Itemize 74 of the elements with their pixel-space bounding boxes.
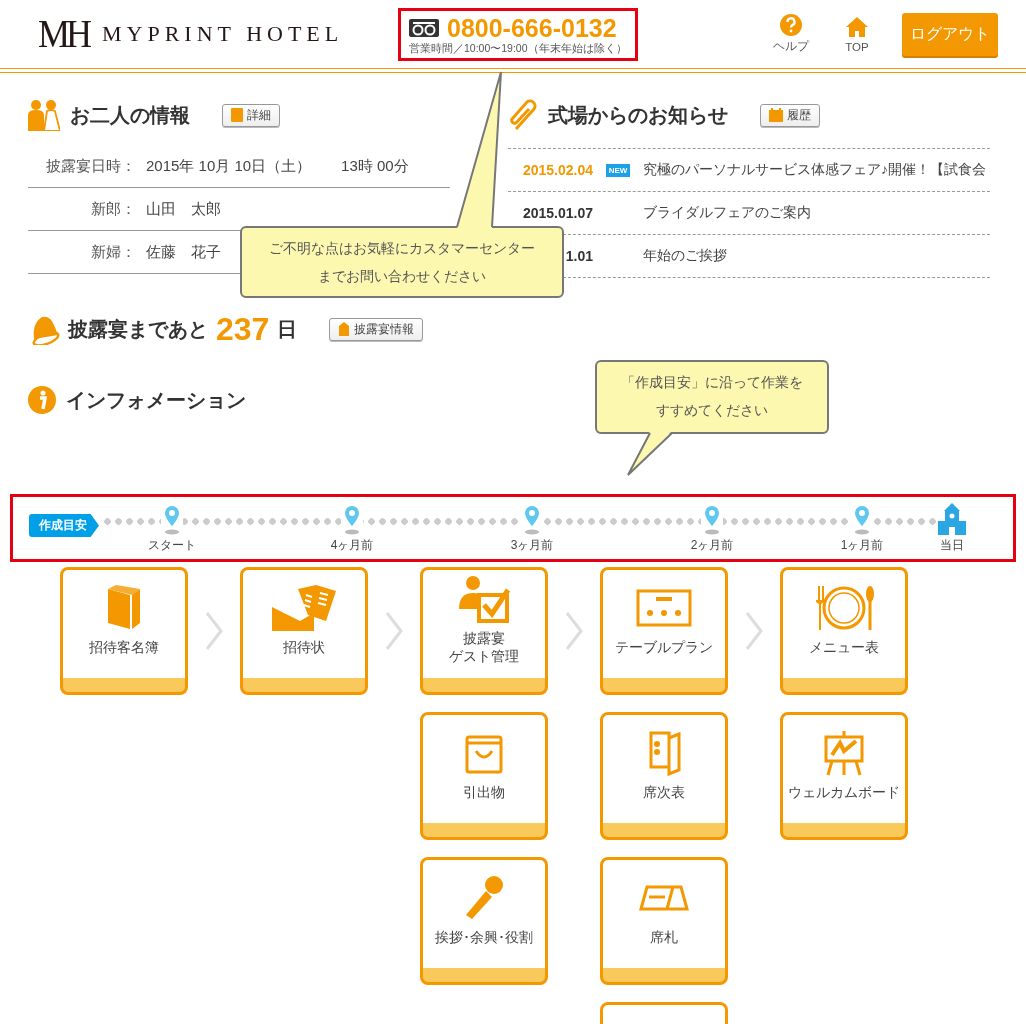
- milestone-label: 3ヶ月前: [510, 537, 554, 554]
- news-date: 1.01: [565, 248, 593, 264]
- chevron-icon: [745, 611, 763, 651]
- task-tile[interactable]: 引出物: [420, 712, 548, 840]
- map-pin-icon: [523, 505, 541, 535]
- milestone-label: 4ヶ月前: [330, 537, 374, 554]
- news-link[interactable]: 究極のパーソナルサービス体感フェア♪開催！【試食会: [643, 161, 986, 179]
- phone-number: 0800-666-0132: [447, 13, 617, 42]
- help-icon: [780, 14, 802, 36]
- toll-free-icon: [409, 18, 439, 37]
- chevron-icon: [565, 611, 583, 651]
- info-icon: [28, 386, 56, 414]
- task-tile[interactable]: 招待客名簿: [60, 567, 188, 695]
- task-tile[interactable]: 席次表: [600, 712, 728, 840]
- map-pin-icon: [343, 505, 361, 535]
- milestone-label: 当日: [940, 537, 964, 554]
- task-tile[interactable]: 披露宴 ゲスト管理: [420, 567, 548, 695]
- chapel-icon: [938, 503, 966, 535]
- news-link[interactable]: ブライダルフェアのご案内: [643, 204, 811, 222]
- book-icon: [106, 585, 142, 631]
- milestone-label: 1ヶ月前: [840, 537, 884, 554]
- history-button[interactable]: 履歴: [760, 103, 820, 127]
- task-tile[interactable]: テーブルプラン: [600, 567, 728, 695]
- section-title: インフォメーション: [66, 387, 246, 413]
- table-plan-icon: [636, 589, 692, 627]
- details-button[interactable]: 詳細: [222, 103, 280, 127]
- field-label: 披露宴日時：: [45, 156, 137, 176]
- days-remaining: 237: [216, 310, 270, 348]
- milestone-label: スタート: [148, 537, 196, 554]
- map-pin-icon: [163, 505, 181, 535]
- field-value: 山田 太郎: [146, 199, 221, 219]
- chevron-icon: [385, 611, 403, 651]
- top-link[interactable]: TOP: [824, 15, 890, 53]
- new-badge: NEW: [605, 163, 631, 177]
- task-tile[interactable]: 挨拶･余興･役割: [420, 857, 548, 985]
- calendar-icon: [769, 108, 783, 122]
- help-link[interactable]: ヘルプ: [758, 14, 824, 54]
- place-card-icon: [639, 883, 689, 913]
- envelope-letter-icon: [272, 585, 336, 631]
- notebook-icon: [231, 108, 243, 122]
- field-label: 新郎：: [90, 199, 137, 219]
- paperclip-icon: [508, 99, 538, 131]
- field-value: 13時 00分: [341, 156, 409, 176]
- map-pin-icon: [853, 505, 871, 535]
- chevron-icon: [205, 611, 223, 651]
- section-title: お二人の情報: [70, 102, 190, 128]
- news-date: 2015.02.04: [522, 162, 593, 178]
- timeline-badge: 作成目安: [29, 514, 99, 537]
- field-label: 新婦：: [90, 242, 137, 262]
- person-checkbox-icon: [457, 575, 511, 623]
- task-tile[interactable]: 招待状: [240, 567, 368, 695]
- days-unit: 日: [277, 316, 298, 342]
- reception-info-button[interactable]: 披露宴情報: [329, 317, 424, 341]
- countdown-text: 披露宴まであと: [68, 316, 208, 342]
- logo-text: MYPRINT HOTEL: [102, 21, 344, 47]
- tooltip-tail: [625, 431, 675, 477]
- task-tile[interactable]: ウェルカムボード: [780, 712, 908, 840]
- news-link[interactable]: 年始のご挨拶: [643, 247, 727, 265]
- news-date: 2015.01.07: [522, 205, 593, 221]
- field-value: 2015年 10月 10日（土）: [146, 156, 312, 176]
- home-icon: [846, 15, 868, 38]
- couple-icon: [28, 99, 60, 131]
- building-icon: [338, 322, 351, 336]
- folded-card-icon: [647, 730, 681, 776]
- field-value: 佐藤 花子: [146, 242, 221, 262]
- milestone-label: 2ヶ月前: [690, 537, 734, 554]
- section-title: 式場からのお知らせ: [548, 102, 728, 128]
- logo-mark: MH: [38, 11, 88, 58]
- task-tile[interactable]: メニュー表: [780, 567, 908, 695]
- easel-board-icon: [822, 729, 866, 777]
- map-pin-icon: [703, 505, 721, 535]
- business-hours: 営業時間／10:00〜19:00（年末年始は除く）: [409, 41, 627, 56]
- microphone-icon: [464, 875, 504, 921]
- task-tile[interactable]: 席札: [600, 857, 728, 985]
